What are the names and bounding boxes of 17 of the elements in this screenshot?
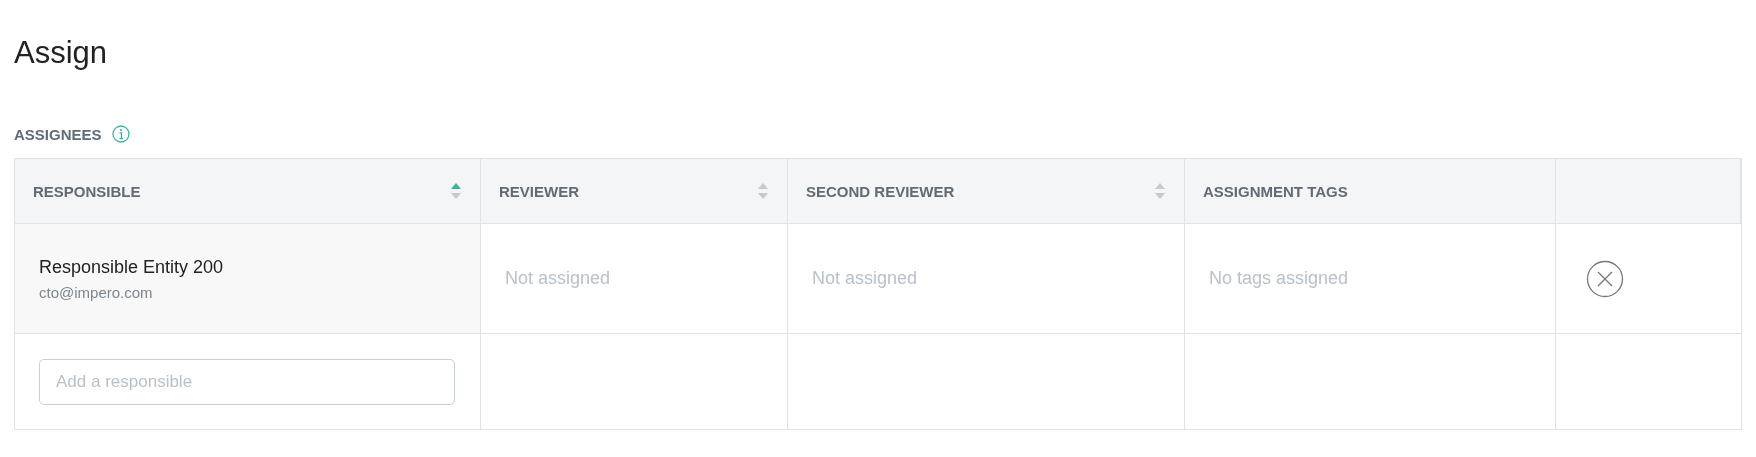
entity-name: Responsible Entity 200 xyxy=(39,256,224,278)
column-header[interactable]: SECOND REVIEWER xyxy=(788,159,1185,224)
add-responsible-field[interactable]: Add a responsible xyxy=(39,358,455,405)
column-header[interactable]: REVIEWER xyxy=(481,159,788,224)
section-label: ASSIGNEES xyxy=(14,125,102,143)
page-title: Assign xyxy=(14,34,109,72)
info-icon[interactable] xyxy=(111,125,130,143)
tags-value: No tags assigned xyxy=(1209,268,1349,289)
sort-icon[interactable] xyxy=(757,181,769,201)
entity-email: cto@impero.com xyxy=(39,283,153,301)
sort-icon[interactable] xyxy=(450,181,462,201)
column-header: ASSIGNMENT TAGS xyxy=(1185,159,1556,224)
column-header[interactable]: RESPONSIBLE xyxy=(15,159,481,224)
sort-icon[interactable] xyxy=(1154,181,1166,201)
second-reviewer-value: Not assigned xyxy=(812,268,918,289)
reviewer-value: Not assigned xyxy=(505,268,611,289)
remove-icon[interactable] xyxy=(1586,259,1624,298)
